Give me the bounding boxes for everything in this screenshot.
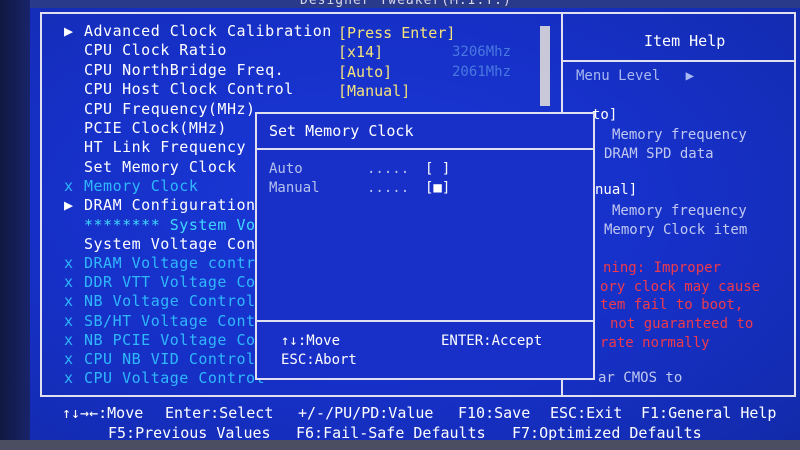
bios-screen: Designer Tweaker(M.I.T.) ▶ Advanced Clock…	[0, 0, 800, 450]
dialog-hint-move: ↑↓:Move	[281, 333, 341, 349]
setting-row-cpu-voltage-control: x CPU Voltage Control	[64, 369, 265, 387]
dialog-hint-abort: ESC:Abort	[281, 352, 357, 368]
hint-select: Enter:Select	[165, 404, 274, 422]
help-line: DRAM SPD data	[604, 146, 714, 162]
hint-general-help: F1:General Help	[641, 404, 777, 422]
setting-label: NB Voltage Control	[84, 292, 256, 310]
setting-row-ht-link-frequency[interactable]: HT Link Frequency	[64, 138, 246, 156]
dialog-hint-accept: ENTER:Accept	[441, 333, 543, 349]
dialog-title-divider	[257, 148, 593, 150]
setting-label: CPU NB VID Control	[84, 350, 256, 368]
setting-readout-cpu-clock: 3206Mhz	[452, 44, 512, 60]
setting-label: CPU Clock Ratio	[84, 41, 227, 59]
triangle-right-icon: ▶	[668, 68, 695, 84]
disabled-x-icon: x	[64, 331, 74, 349]
option-dots: .....	[367, 161, 410, 177]
setting-row-cpu-northbridge-freq[interactable]: CPU NorthBridge Freq.	[64, 61, 284, 79]
setting-label: Advanced Clock Calibration	[84, 22, 332, 40]
help-title-divider	[563, 60, 796, 62]
disabled-x-icon: x	[64, 312, 74, 330]
help-line: Memory Clock item	[604, 222, 748, 238]
setting-value-cpu-host-clock-control[interactable]: [Manual]	[338, 82, 410, 100]
setting-row-cpu-nb-vid-control: x CPU NB VID Control	[64, 350, 256, 368]
setting-row-nb-voltage-control: x NB Voltage Control	[64, 292, 256, 310]
setting-row-dram-configuration[interactable]: ▶ DRAM Configuration	[64, 196, 256, 214]
help-line: Memory frequency	[612, 203, 747, 219]
hint-save: F10:Save	[458, 404, 531, 422]
setting-label: CPU Host Clock Control	[84, 80, 294, 98]
set-memory-clock-dialog: Set Memory Clock Auto ..... [ ] Manual .…	[255, 112, 595, 380]
dialog-title: Set Memory Clock	[269, 122, 414, 140]
help-line-warning: ory clock may cause	[600, 279, 761, 295]
setting-value-cpu-northbridge-freq[interactable]: [Auto]	[338, 63, 392, 81]
setting-row-memory-clock: x Memory Clock	[64, 177, 198, 195]
help-line-warning: not guaranteed to	[610, 316, 754, 332]
submenu-arrow-icon: ▶	[64, 196, 74, 214]
hint-move: ↑↓→←:Move	[62, 404, 144, 422]
setting-label: DRAM Voltage control	[84, 254, 275, 272]
setting-label: CPU Voltage Control	[84, 369, 266, 387]
option-label: Auto	[269, 161, 303, 177]
disabled-x-icon: x	[64, 273, 74, 291]
setting-value-advanced-clock-calibration[interactable]: [Press Enter]	[338, 24, 455, 42]
option-checkbox[interactable]: [ ]	[425, 161, 450, 177]
option-checkbox-selected[interactable]: [■]	[425, 180, 450, 196]
help-line: Memory frequency	[612, 127, 747, 143]
dialog-option-auto[interactable]: Auto ..... [ ]	[269, 161, 450, 177]
setting-label: Set Memory Clock	[84, 158, 237, 176]
disabled-x-icon: x	[64, 254, 74, 272]
setting-row-set-memory-clock[interactable]: Set Memory Clock	[64, 158, 237, 176]
setting-row-sb-ht-voltage-control: x SB/HT Voltage Control	[64, 312, 284, 330]
setting-label: DRAM Configuration	[84, 196, 256, 214]
setting-label: PCIE Clock(MHz)	[84, 119, 227, 137]
setting-row-cpu-frequency[interactable]: CPU Frequency(MHz)	[64, 100, 256, 118]
dialog-option-manual[interactable]: Manual ..... [■]	[269, 180, 450, 196]
help-line-warning: rate normally	[600, 335, 710, 351]
option-label: Manual	[269, 180, 320, 196]
help-line: ar CMOS to	[598, 370, 683, 386]
setting-row-cpu-clock-ratio[interactable]: CPU Clock Ratio	[64, 41, 227, 59]
submenu-arrow-icon: ▶	[64, 22, 74, 40]
setting-value-cpu-clock-ratio[interactable]: [x14]	[338, 43, 383, 61]
hint-exit: ESC:Exit	[550, 404, 623, 422]
menu-level: Menu Level ▶	[576, 68, 694, 84]
monitor-bezel-left	[0, 0, 30, 450]
setting-row-pcie-clock[interactable]: PCIE Clock(MHz)	[64, 119, 227, 137]
option-dots: .....	[367, 180, 410, 196]
setting-row-cpu-host-clock-control[interactable]: CPU Host Clock Control	[64, 80, 294, 98]
help-line: to]	[592, 107, 618, 123]
disabled-x-icon: x	[64, 177, 74, 195]
settings-scrollbar[interactable]	[540, 26, 550, 106]
help-line-warning: tem fail to boot,	[600, 297, 744, 313]
help-line-warning: ning: Improper	[603, 260, 722, 276]
setting-row-dram-voltage-control: x DRAM Voltage control	[64, 254, 275, 272]
setting-label: CPU NorthBridge Freq.	[84, 61, 285, 79]
help-line: nual]	[595, 182, 638, 198]
setting-label: HT Link Frequency	[84, 138, 247, 156]
monitor-bezel-bottom	[0, 440, 800, 450]
bios-title-strip: Designer Tweaker(M.I.T.)	[300, 0, 512, 8]
menu-level-label: Menu Level	[576, 68, 661, 84]
disabled-x-icon: x	[64, 292, 74, 310]
item-help-title: Item Help	[644, 32, 726, 50]
setting-label: Memory Clock	[84, 177, 199, 195]
setting-readout-northbridge: 2061Mhz	[452, 64, 512, 80]
disabled-x-icon: x	[64, 350, 74, 368]
setting-label: CPU Frequency(MHz)	[84, 100, 256, 118]
hint-value: +/-/PU/PD:Value	[298, 404, 434, 422]
dialog-footer-divider	[257, 320, 593, 322]
disabled-x-icon: x	[64, 369, 74, 387]
setting-row-advanced-clock-calibration[interactable]: ▶ Advanced Clock Calibration	[64, 22, 332, 40]
